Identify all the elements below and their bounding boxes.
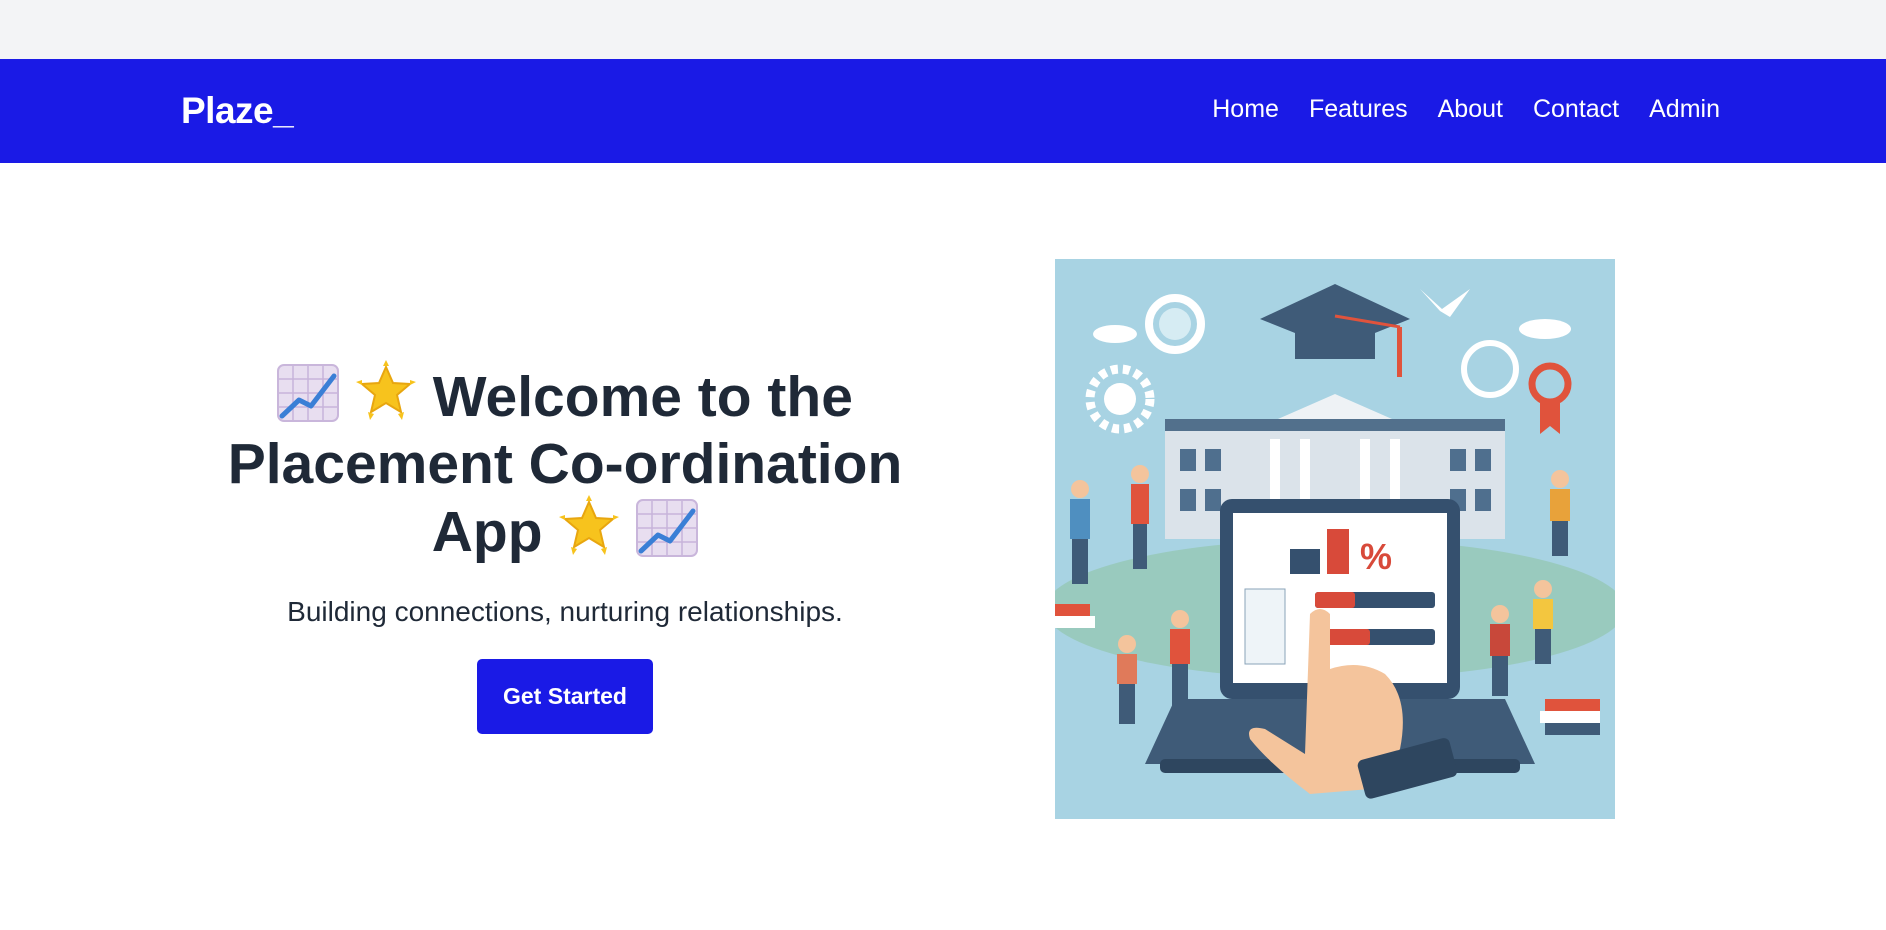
brand-logo[interactable]: Plaze_ xyxy=(181,92,294,129)
glowing-star-icon xyxy=(355,360,417,434)
chart-increasing-icon xyxy=(277,364,340,434)
get-started-button[interactable]: Get Started xyxy=(477,658,653,734)
top-strip xyxy=(0,0,1886,59)
hero-title-line1: Welcome to the xyxy=(432,365,853,429)
glowing-star-icon xyxy=(558,495,620,569)
nav-links: Home Features About Contact Admin xyxy=(1212,97,1720,122)
hero-subtitle: Building connections, nurturing relation… xyxy=(287,596,843,627)
hero-title-line2: Placement Co-ordination xyxy=(227,432,903,496)
hero-title: Welcome to the Placement Co-ordination A… xyxy=(190,360,940,569)
placement-illustration: % xyxy=(1055,259,1615,819)
chart-increasing-icon xyxy=(636,499,699,569)
hero-title-line3: App xyxy=(431,500,543,564)
nav-link-features[interactable]: Features xyxy=(1309,97,1408,122)
nav-link-contact[interactable]: Contact xyxy=(1533,97,1619,122)
hero-section: Welcome to the Placement Co-ordination A… xyxy=(190,360,940,734)
navbar: Plaze_ Home Features About Contact Admin xyxy=(0,59,1886,163)
svg-text:%: % xyxy=(1360,536,1392,577)
nav-link-home[interactable]: Home xyxy=(1212,97,1279,122)
nav-link-about[interactable]: About xyxy=(1438,97,1503,122)
nav-link-admin[interactable]: Admin xyxy=(1649,97,1720,122)
